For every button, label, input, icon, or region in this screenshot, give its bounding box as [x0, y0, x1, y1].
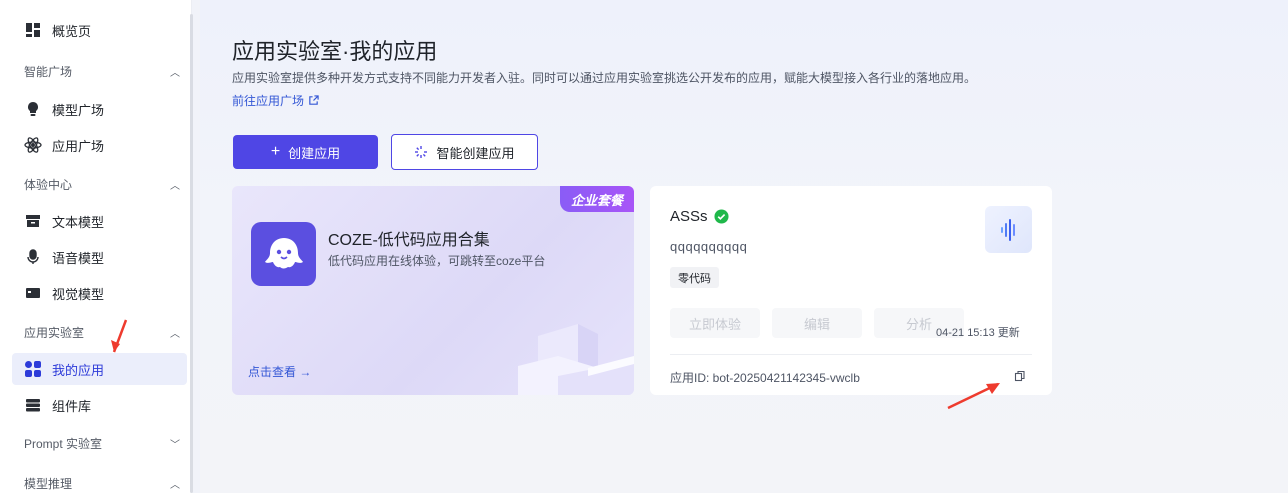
edit-button[interactable]: 编辑 [772, 308, 862, 338]
sidebar-group-label: 智能广场 [24, 64, 73, 79]
apps-grid-icon [24, 360, 42, 378]
sidebar-item-label: 视觉模型 [52, 286, 105, 302]
sidebar-item-overview[interactable]: 概览页 [12, 14, 187, 46]
check-circle-icon [713, 209, 729, 224]
copy-icon[interactable] [1014, 370, 1026, 382]
sidebar-group-model-inference[interactable]: 模型推理 ︿ [24, 471, 184, 493]
app-name-text: ASSs [670, 208, 708, 225]
sidebar-item-label: 模型广场 [52, 102, 105, 118]
link-label: 前往应用广场 [232, 94, 305, 108]
enterprise-plan-badge: 企业套餐 [560, 186, 634, 212]
chevron-up-icon: ︿ [170, 67, 180, 79]
main-content: 应用实验室·我的应用 应用实验室提供多种开发方式支持不同能力开发者入驻。同时可以… [200, 0, 1288, 493]
database-icon [24, 396, 42, 414]
bulb-icon [24, 100, 42, 118]
create-app-button[interactable]: + 创建应用 [233, 135, 378, 169]
app-name: ASSs [670, 208, 729, 225]
chevron-up-icon: ︿ [170, 479, 180, 491]
sidebar-item-app-plaza[interactable]: 应用广场 [12, 129, 187, 161]
sidebar-item-my-apps[interactable]: 我的应用 [12, 353, 187, 385]
sidebar-item-vision-model[interactable]: 视觉模型 [12, 277, 187, 309]
sidebar-item-label: 我的应用 [52, 362, 105, 378]
sidebar-group-prompt-lab[interactable]: Prompt 实验室 ﹀ [24, 431, 184, 455]
zero-code-tag: 零代码 [670, 267, 719, 288]
coze-app-collection-card[interactable]: 企业套餐 COZE-低代码应用合集 低代码应用在线体验，可跳转至coze平台 点… [232, 186, 634, 395]
plus-icon: + [270, 143, 281, 160]
decorative-blocks-illustration [518, 324, 634, 395]
chevron-up-icon: ︿ [170, 328, 180, 340]
updated-timestamp: 04-21 15:13 更新 [936, 327, 1020, 339]
sidebar-group-label: 模型推理 [24, 476, 73, 491]
app-description: qqqqqqqqqq [670, 239, 748, 254]
sidebar-item-label: 应用广场 [52, 138, 105, 154]
dashboard-icon [24, 21, 42, 39]
sidebar-item-voice-model[interactable]: 语音模型 [12, 241, 187, 273]
sidebar-item-label: 语音模型 [52, 250, 105, 266]
sidebar-group-label: Prompt 实验室 [24, 436, 103, 451]
coze-view-more-link[interactable]: 点击查看 → [248, 363, 311, 380]
sidebar-scrollbar[interactable] [190, 14, 193, 493]
button-label: 创建应用 [288, 145, 341, 161]
sparkle-icon [415, 146, 428, 158]
app-card[interactable]: ASSs qqqqqqqqqq 零代码 立即体验 编辑 分析 04-21 15:… [650, 186, 1052, 395]
microphone-icon [24, 248, 42, 266]
coze-logo-icon [251, 222, 316, 286]
sidebar-item-component-library[interactable]: 组件库 [12, 389, 187, 421]
page-title: 应用实验室·我的应用 [232, 39, 438, 64]
page-description: 应用实验室提供多种开发方式支持不同能力开发者入驻。同时可以通过应用实验室挑选公开… [232, 71, 977, 85]
smart-create-app-button[interactable]: 智能创建应用 [391, 134, 538, 170]
external-link-icon [309, 95, 319, 105]
chevron-down-icon: ﹀ [170, 439, 180, 451]
sidebar-group-app-lab[interactable]: 应用实验室 ︿ [24, 320, 184, 344]
sidebar-item-label: 组件库 [52, 398, 92, 414]
sidebar-group-experience-center[interactable]: 体验中心 ︿ [24, 172, 184, 196]
sidebar-item-label: 文本模型 [52, 214, 105, 230]
coze-card-title: COZE-低代码应用合集 [328, 232, 490, 249]
archive-icon [24, 212, 42, 230]
sidebar-item-label: 概览页 [52, 23, 92, 39]
app-id: 应用ID: bot-20250421142345-vwclb [670, 371, 860, 385]
sidebar-item-text-model[interactable]: 文本模型 [12, 205, 187, 237]
chevron-up-icon: ︿ [170, 180, 180, 192]
atom-icon [24, 136, 42, 154]
sidebar-group-label: 应用实验室 [24, 325, 85, 340]
card-divider [670, 354, 1032, 355]
soundwave-icon [985, 206, 1032, 253]
sidebar: 概览页 智能广场 ︿ 模型广场 应用广场 体验中心 ︿ 文本模型 语音模型 视觉… [0, 0, 192, 493]
coze-card-subtitle: 低代码应用在线体验，可跳转至coze平台 [328, 254, 546, 268]
sidebar-group-smart-plaza[interactable]: 智能广场 ︿ [24, 59, 184, 83]
go-to-app-plaza-link[interactable]: 前往应用广场 [232, 92, 319, 109]
sidebar-group-label: 体验中心 [24, 177, 73, 192]
sidebar-item-model-plaza[interactable]: 模型广场 [12, 93, 187, 125]
button-label: 智能创建应用 [436, 145, 515, 161]
monitor-icon [24, 284, 42, 302]
try-now-button[interactable]: 立即体验 [670, 308, 760, 338]
